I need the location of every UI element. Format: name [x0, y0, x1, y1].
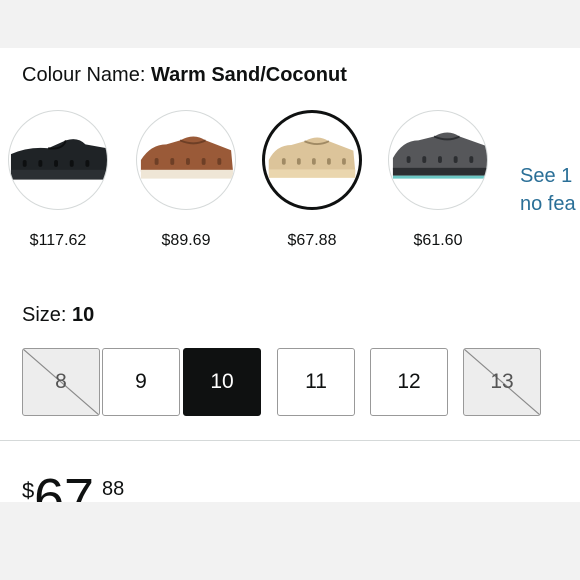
- product-options-panel: Colour Name: Warm Sand/Coconut $117.62 $…: [0, 48, 580, 502]
- price-currency-symbol: $: [22, 478, 35, 502]
- colour-swatch-brown[interactable]: [136, 110, 236, 210]
- colour-swatch-grey[interactable]: [388, 110, 488, 210]
- size-option-label: 12: [397, 370, 421, 393]
- see-more-link[interactable]: See 1 no fea: [520, 162, 576, 218]
- colour-name-value: Warm Sand/Coconut: [150, 64, 347, 86]
- see-more-line-1: See 1: [520, 165, 573, 187]
- shoe-image: [140, 136, 234, 179]
- price-fraction: 88: [102, 478, 125, 500]
- shoe-image: [392, 132, 487, 179]
- size-option-10[interactable]: 10: [183, 348, 261, 416]
- swatch-price: $89.69: [161, 232, 211, 249]
- swatch-price: $67.88: [287, 232, 337, 249]
- swatch-price: $61.60: [413, 232, 463, 249]
- shoe-image: [268, 137, 356, 178]
- size-label: Size:: [22, 304, 73, 326]
- swatch-price: $117.62: [29, 232, 87, 249]
- colour-name-label: Colour Name:: [22, 64, 151, 86]
- size-option-8[interactable]: 8: [22, 348, 100, 416]
- size-option-11[interactable]: 11: [277, 348, 355, 416]
- size-option-label: 11: [305, 370, 327, 393]
- colour-name-line: Colour Name: Warm Sand/Coconut: [22, 64, 347, 87]
- size-option-label: 8: [55, 370, 67, 393]
- divider: [0, 440, 580, 441]
- size-option-9[interactable]: 9: [102, 348, 180, 416]
- see-more-line-2: no fea: [520, 193, 576, 215]
- size-option-label: 13: [490, 370, 514, 393]
- size-option-13[interactable]: 13: [463, 348, 541, 416]
- size-value: 10: [72, 304, 95, 326]
- price-whole: 67: [34, 468, 95, 502]
- size-option-label: 10: [210, 370, 234, 393]
- size-option-label: 9: [135, 370, 147, 393]
- size-line: Size: 10: [22, 304, 94, 327]
- size-option-12[interactable]: 12: [370, 348, 448, 416]
- colour-swatch-warm-sand[interactable]: [262, 110, 362, 210]
- colour-swatch-black[interactable]: [8, 110, 108, 210]
- shoe-image: [10, 139, 107, 180]
